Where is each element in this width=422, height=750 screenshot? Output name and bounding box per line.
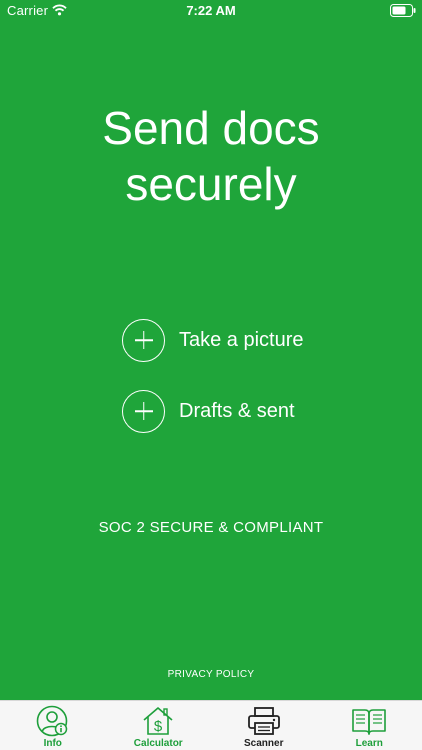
user-info-icon [36,705,70,738]
printer-icon [246,705,282,738]
tab-calculator[interactable]: $ Calculator [106,701,212,750]
tab-bar: Info $ Calculator Scanner Learn [0,700,422,750]
battery-icon [390,4,416,20]
take-picture-label: Take a picture [179,328,304,351]
house-dollar-icon: $ [141,705,175,738]
compliance-text: SOC 2 SECURE & COMPLIANT [98,519,324,536]
drafts-and-sent-button[interactable]: Drafts & sent [122,388,295,434]
privacy-policy-link[interactable]: PRIVACY POLICY [0,669,422,680]
tab-info-label: Info [43,738,62,749]
tab-calculator-label: Calculator [133,738,183,749]
status-bar: Carrier 7:22 AM [0,0,422,22]
plus-circle-icon [122,318,165,362]
headline-line-2: securely [125,158,297,210]
tab-learn[interactable]: Learn [317,701,422,750]
clock: 7:22 AM [186,3,236,18]
svg-text:$: $ [154,718,163,735]
take-picture-button[interactable]: Take a picture [122,317,304,363]
drafts-and-sent-label: Drafts & sent [179,399,295,422]
tab-scanner[interactable]: Scanner [211,701,317,750]
tab-info[interactable]: Info [0,701,106,750]
headline-line-1: Send docs [102,102,320,154]
tab-scanner-label: Scanner [244,738,284,749]
plus-circle-icon [122,389,165,433]
book-icon [351,705,387,738]
headline: Send docs securely [0,100,422,212]
tab-learn-label: Learn [355,738,383,749]
